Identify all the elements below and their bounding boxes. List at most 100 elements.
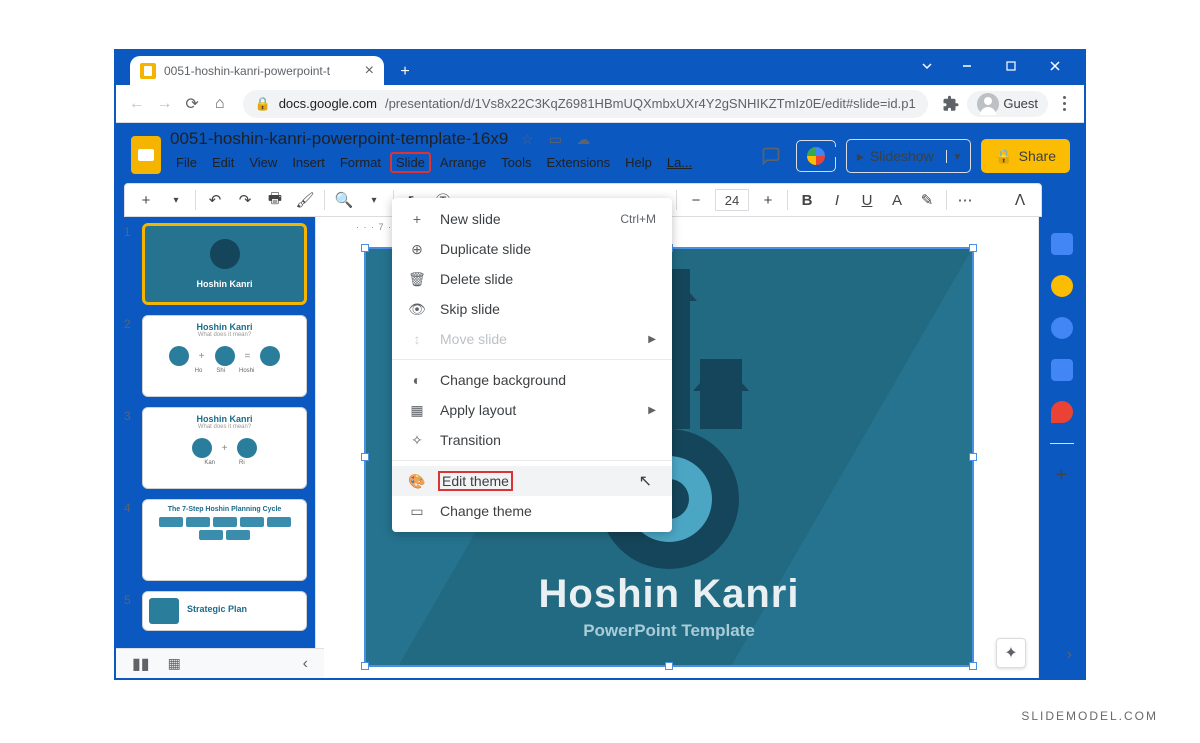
show-panel-icon[interactable]: › bbox=[1067, 646, 1072, 664]
paint-format-button[interactable]: 🖌 bbox=[292, 187, 318, 213]
keep-icon[interactable] bbox=[1051, 275, 1073, 297]
share-button[interactable]: 🔒 Share bbox=[981, 139, 1070, 173]
menu-item-apply-layout[interactable]: ▦Apply layout▶ bbox=[392, 395, 672, 425]
fontsize-inc[interactable]: + bbox=[755, 187, 781, 213]
resize-handle[interactable] bbox=[969, 244, 977, 252]
menu-format[interactable]: Format bbox=[334, 152, 387, 173]
extensions-icon[interactable] bbox=[940, 91, 962, 117]
resize-handle[interactable] bbox=[665, 662, 673, 670]
resize-handle[interactable] bbox=[361, 453, 369, 461]
cloud-icon[interactable]: ☁ bbox=[574, 131, 592, 148]
more-button[interactable]: ⋯ bbox=[953, 187, 979, 213]
slide-thumb-4[interactable]: The 7-Step Hoshin Planning Cycle bbox=[142, 499, 307, 581]
menu-item-label: Skip slide bbox=[440, 301, 500, 317]
menu-item-change-theme[interactable]: ▭Change theme bbox=[392, 496, 672, 526]
slide-menu-dropdown: +New slideCtrl+M⊕Duplicate slide🗑Delete … bbox=[392, 198, 672, 532]
menu-file[interactable]: File bbox=[170, 152, 203, 173]
filmstrip-view-icon[interactable]: ▮▮ bbox=[132, 654, 150, 674]
new-tab-button[interactable]: + bbox=[394, 61, 416, 83]
reload-button[interactable]: ⟳ bbox=[181, 91, 203, 117]
slideshow-dropdown[interactable]: ▾ bbox=[946, 150, 961, 163]
menu-help[interactable]: Help bbox=[619, 152, 658, 173]
menu-tools[interactable]: Tools bbox=[495, 152, 537, 173]
highlight-button[interactable]: ✎ bbox=[914, 187, 940, 213]
meet-button[interactable] bbox=[796, 140, 836, 172]
slide-thumb-5[interactable]: Strategic Plan bbox=[142, 591, 307, 631]
browser-menu-icon[interactable] bbox=[1054, 96, 1074, 111]
menu-slide[interactable]: Slide bbox=[390, 152, 431, 173]
slide-thumb-2[interactable]: Hoshin Kanri What does it mean? += HoShi… bbox=[142, 315, 307, 397]
doc-title[interactable]: 0051-hoshin-kanri-powerpoint-template-16… bbox=[170, 129, 508, 149]
print-button[interactable]: 🖶 bbox=[262, 187, 288, 213]
grid-view-icon[interactable]: ▦ bbox=[168, 655, 181, 672]
menu-item-icon: ✧ bbox=[408, 432, 426, 449]
bold-button[interactable]: B bbox=[794, 187, 820, 213]
underline-button[interactable]: U bbox=[854, 187, 880, 213]
slide-thumb-1[interactable]: Hoshin Kanri bbox=[142, 223, 307, 305]
textcolor-button[interactable]: A bbox=[884, 187, 910, 213]
maximize-button[interactable] bbox=[990, 53, 1032, 79]
menu-item-label: Edit theme bbox=[438, 471, 513, 491]
menu-item-new-slide[interactable]: +New slideCtrl+M bbox=[392, 204, 672, 234]
slideshow-button[interactable]: ▸ Slideshow ▾ bbox=[846, 139, 971, 173]
menu-view[interactable]: View bbox=[243, 152, 283, 173]
menu-item-label: Duplicate slide bbox=[440, 241, 531, 257]
thumb-title: Hoshin Kanri bbox=[143, 408, 306, 424]
menu-insert[interactable]: Insert bbox=[286, 152, 331, 173]
menu-item-label: New slide bbox=[440, 211, 501, 227]
fontsize-dec[interactable]: − bbox=[683, 187, 709, 213]
contacts-icon[interactable] bbox=[1051, 359, 1073, 381]
menu-arrange[interactable]: Arrange bbox=[434, 152, 492, 173]
collapse-panel-icon[interactable]: ‹ bbox=[303, 655, 308, 673]
fontsize-value[interactable]: 24 bbox=[715, 189, 749, 211]
add-addon-icon[interactable]: + bbox=[1051, 464, 1073, 486]
thumb-title: Hoshin Kanri bbox=[143, 316, 306, 332]
slide-thumb-3[interactable]: Hoshin Kanri What does it mean? + KanRi bbox=[142, 407, 307, 489]
star-icon[interactable]: ☆ bbox=[518, 131, 536, 148]
chevron-down-icon[interactable] bbox=[910, 53, 944, 79]
slides-logo[interactable] bbox=[126, 135, 166, 175]
new-slide-button[interactable]: + bbox=[133, 187, 159, 213]
close-button[interactable] bbox=[1034, 53, 1076, 79]
app-header: 0051-hoshin-kanri-powerpoint-template-16… bbox=[116, 123, 1084, 183]
menu-edit[interactable]: Edit bbox=[206, 152, 240, 173]
menu-item-edit-theme[interactable]: 🎨Edit theme↖ bbox=[392, 466, 672, 496]
menu-overflow[interactable]: La... bbox=[661, 152, 698, 173]
home-button[interactable]: ⌂ bbox=[209, 91, 231, 117]
menu-item-delete-slide[interactable]: 🗑Delete slide bbox=[392, 264, 672, 294]
maps-icon[interactable] bbox=[1051, 401, 1073, 423]
menu-item-icon: ↕ bbox=[408, 331, 426, 347]
comments-icon[interactable] bbox=[756, 141, 786, 171]
guest-profile[interactable]: Guest bbox=[967, 91, 1048, 117]
address-bar[interactable]: 🔒 docs.google.com/presentation/d/1Vs8x22… bbox=[243, 90, 928, 118]
menu-item-transition[interactable]: ✧ Transition bbox=[392, 425, 672, 455]
browser-tab[interactable]: 0051-hoshin-kanri-powerpoint-t × bbox=[130, 56, 384, 85]
calendar-icon[interactable] bbox=[1051, 233, 1073, 255]
back-button[interactable]: ← bbox=[126, 91, 148, 117]
italic-button[interactable]: I bbox=[824, 187, 850, 213]
menu-item-duplicate-slide[interactable]: ⊕Duplicate slide bbox=[392, 234, 672, 264]
menu-item-skip-slide[interactable]: 👁Skip slide bbox=[392, 294, 672, 324]
resize-handle[interactable] bbox=[969, 662, 977, 670]
tasks-icon[interactable] bbox=[1051, 317, 1073, 339]
redo-button[interactable]: ↷ bbox=[232, 187, 258, 213]
forward-button[interactable]: → bbox=[154, 91, 176, 117]
resize-handle[interactable] bbox=[361, 662, 369, 670]
resize-handle[interactable] bbox=[969, 453, 977, 461]
close-tab-icon[interactable]: × bbox=[365, 63, 374, 79]
zoom-button[interactable]: 🔍 bbox=[331, 187, 357, 213]
newslide-dd[interactable]: ▾ bbox=[163, 187, 189, 213]
move-icon[interactable]: ▭ bbox=[546, 131, 564, 148]
zoom-dd[interactable]: ▾ bbox=[361, 187, 387, 213]
menu-item-change-background[interactable]: ◐Change background bbox=[392, 365, 672, 395]
resize-handle[interactable] bbox=[361, 244, 369, 252]
menu-extensions[interactable]: Extensions bbox=[541, 152, 617, 173]
undo-button[interactable]: ↶ bbox=[202, 187, 228, 213]
menu-item-label: Transition bbox=[440, 432, 501, 448]
collapse-toolbar[interactable]: ᐱ bbox=[1007, 187, 1033, 213]
menu-item-icon: ▭ bbox=[408, 503, 426, 520]
minimize-button[interactable] bbox=[946, 53, 988, 79]
url-host: docs.google.com bbox=[279, 96, 377, 111]
explore-button[interactable]: ✦ bbox=[996, 638, 1026, 668]
watermark: SLIDEMODEL.COM bbox=[1021, 709, 1158, 723]
